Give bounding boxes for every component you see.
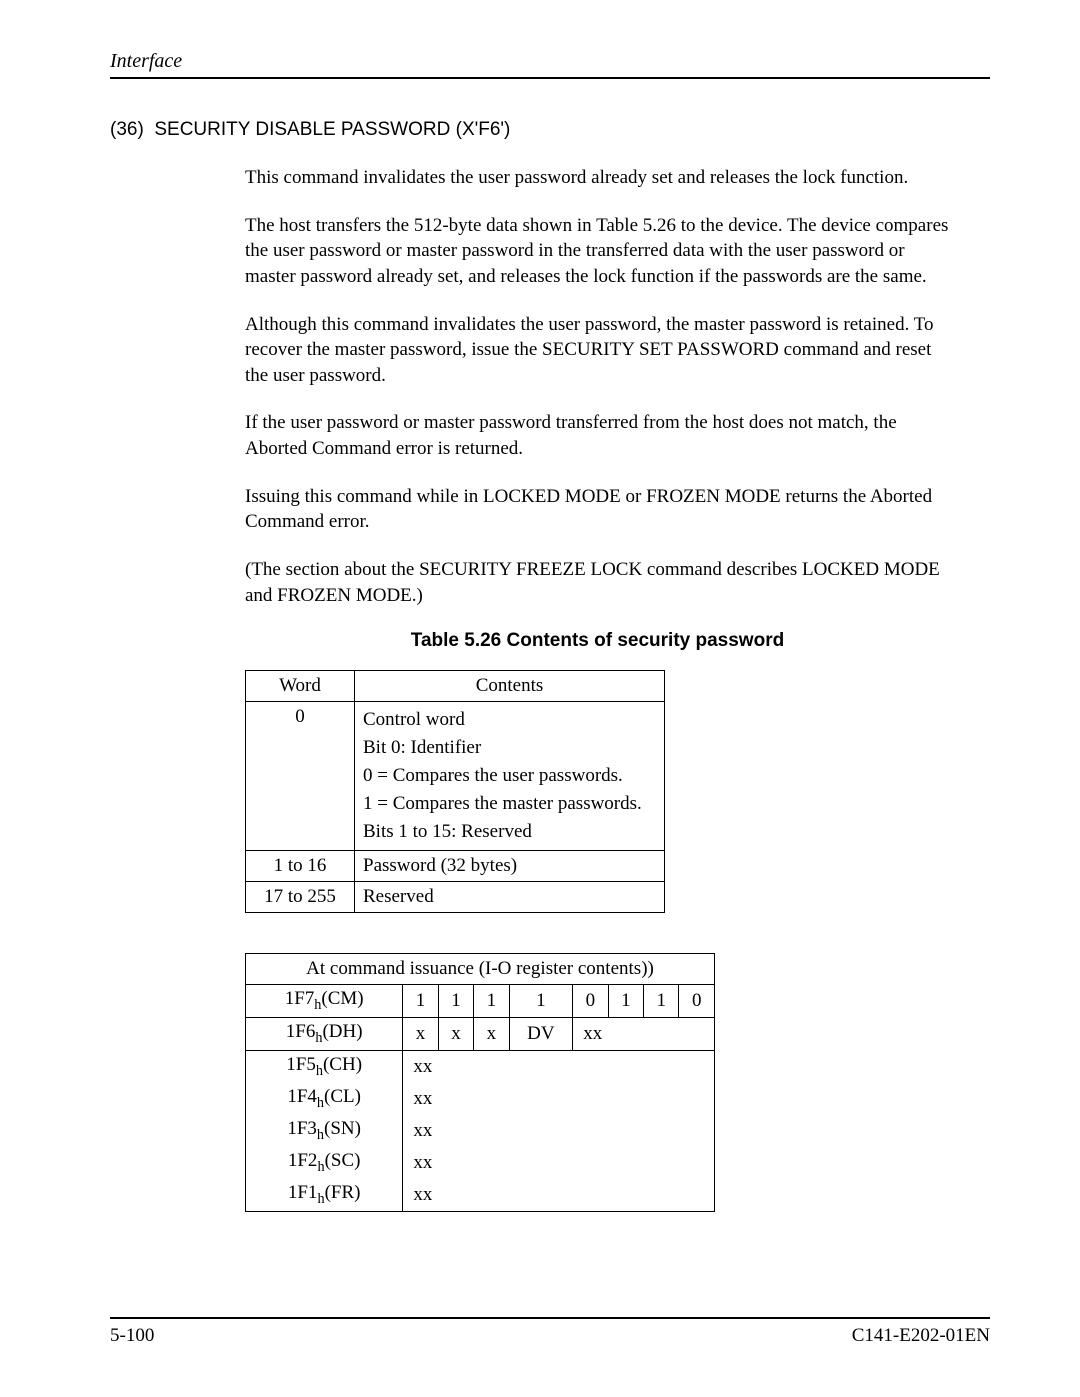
doc-number: C141-E202-01EN xyxy=(852,1325,990,1347)
reg-label: 1F3h(SN) xyxy=(246,1115,403,1147)
cell-word: 0 xyxy=(246,702,355,851)
cell-contents: Control word Bit 0: Identifier 0 = Compa… xyxy=(355,702,665,851)
bit: xx xyxy=(573,1018,715,1051)
cell-word: 1 to 16 xyxy=(246,851,355,882)
bit: DV xyxy=(509,1018,573,1051)
data: xx xyxy=(403,1179,715,1212)
data: xx xyxy=(403,1147,715,1179)
reg-label: 1F1h(FR) xyxy=(246,1179,403,1212)
line: Control word xyxy=(363,706,656,734)
cell-word: 17 to 255 xyxy=(246,882,355,913)
bit: 0 xyxy=(679,985,715,1018)
paragraph: This command invalidates the user passwo… xyxy=(245,165,950,191)
bit: 1 xyxy=(509,985,573,1018)
section-number: (36) xyxy=(110,119,144,140)
register-table: At command issuance (I-O register conten… xyxy=(245,953,715,1212)
bit: x xyxy=(474,1018,509,1051)
reg-label: 1F5h(CH) xyxy=(246,1051,403,1084)
line: 1 = Compares the master passwords. xyxy=(363,790,656,818)
data: xx xyxy=(403,1083,715,1115)
paragraph: If the user password or master password … xyxy=(245,410,950,461)
paragraph: Although this command invalidates the us… xyxy=(245,312,950,389)
section-title: (36) SECURITY DISABLE PASSWORD (X'F6') xyxy=(110,119,990,141)
data: xx xyxy=(403,1051,715,1084)
bit: 1 xyxy=(438,985,473,1018)
paragraph: Issuing this command while in LOCKED MOD… xyxy=(245,484,950,535)
reg-label: 1F7h(CM) xyxy=(246,985,403,1018)
paragraph: (The section about the SECURITY FREEZE L… xyxy=(245,557,950,608)
footer: 5-100 C141-E202-01EN xyxy=(110,1317,990,1347)
line: Bit 0: Identifier xyxy=(363,734,656,762)
reg-label: 1F6h(DH) xyxy=(246,1018,403,1051)
bit: x xyxy=(438,1018,473,1051)
reg-label: 1F2h(SC) xyxy=(246,1147,403,1179)
paragraph: The host transfers the 512-byte data sho… xyxy=(245,213,950,290)
bit: 1 xyxy=(644,985,679,1018)
line: 0 = Compares the user passwords. xyxy=(363,762,656,790)
th-contents: Contents xyxy=(355,671,665,702)
table-wrap: Word Contents 0 Control word Bit 0: Iden… xyxy=(245,670,990,1212)
th-word: Word xyxy=(246,671,355,702)
bit: 1 xyxy=(403,985,438,1018)
body-text: This command invalidates the user passwo… xyxy=(245,165,950,652)
data: xx xyxy=(403,1115,715,1147)
register-table-title: At command issuance (I-O register conten… xyxy=(246,954,715,985)
page-number: 5-100 xyxy=(110,1325,154,1347)
bit: x xyxy=(403,1018,438,1051)
page: Interface (36) SECURITY DISABLE PASSWORD… xyxy=(0,0,1080,1397)
reg-label: 1F4h(CL) xyxy=(246,1083,403,1115)
section-name: SECURITY DISABLE PASSWORD (X'F6') xyxy=(154,119,510,140)
bit: 1 xyxy=(608,985,643,1018)
bit: 0 xyxy=(573,985,608,1018)
cell-contents: Password (32 bytes) xyxy=(355,851,665,882)
contents-table: Word Contents 0 Control word Bit 0: Iden… xyxy=(245,670,665,913)
header-rule xyxy=(110,77,990,79)
cell-contents: Reserved xyxy=(355,882,665,913)
table-caption: Table 5.26 Contents of security password xyxy=(245,630,950,652)
running-head: Interface xyxy=(110,50,990,73)
footer-rule xyxy=(110,1317,990,1319)
line: Bits 1 to 15: Reserved xyxy=(363,818,656,846)
bit: 1 xyxy=(474,985,509,1018)
